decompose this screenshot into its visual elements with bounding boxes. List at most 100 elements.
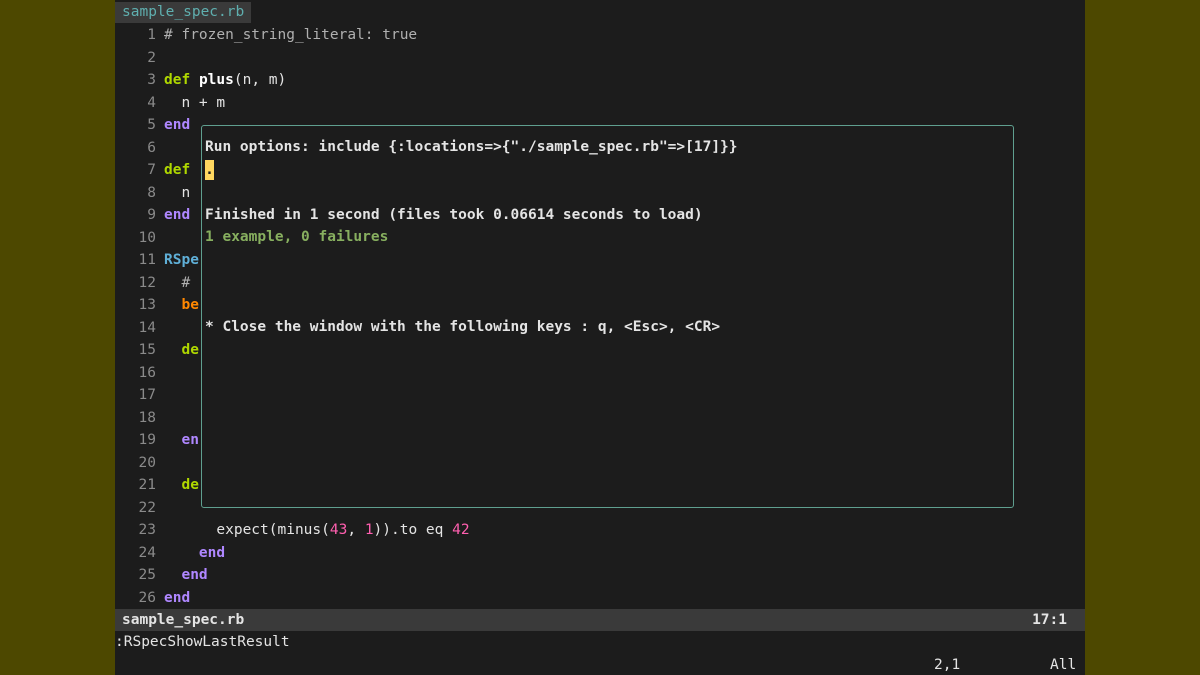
line-number: 18 (138, 409, 156, 426)
line-number: 20 (138, 454, 156, 471)
code-token: end (164, 589, 191, 606)
status-position: 17:1 (1032, 612, 1067, 628)
line-number: 16 (138, 364, 156, 381)
line-number: 6 (147, 139, 156, 156)
code-token: (n, m) (233, 72, 287, 88)
code-line[interactable]: 2 (115, 47, 1085, 70)
line-number: 19 (138, 432, 156, 448)
line-number: 1 (147, 27, 156, 43)
code-token: def (164, 72, 191, 88)
code-line[interactable]: 3 def plus(n, m) (115, 69, 1085, 92)
statusline: sample_spec.rb 17:1 (115, 609, 1085, 631)
line-number: 26 (138, 589, 156, 606)
ruler: 2,1 All (115, 654, 1085, 675)
summary-line: 1 example, 0 failures (205, 229, 389, 245)
line-number: 5 (147, 117, 156, 133)
line-number: 17 (138, 387, 156, 403)
rspec-result-popup[interactable]: Run options: include {:locations=>{"./sa… (201, 125, 1014, 508)
code-token: be (181, 297, 199, 313)
line-text: de (164, 474, 199, 497)
code-token: # frozen_string_literal: true (164, 27, 418, 43)
ruler-position: 2,1 (934, 657, 961, 673)
line-number: 12 (138, 274, 156, 291)
code-token: end (164, 207, 191, 223)
code-line[interactable]: 1 # frozen_string_literal: true (115, 24, 1085, 47)
line-text: # (164, 272, 190, 295)
code-token: n (164, 184, 191, 201)
code-token: RSpe (164, 252, 199, 268)
code-token: # (164, 274, 191, 291)
line-number: 2 (147, 49, 156, 66)
code-token: plus (198, 72, 234, 88)
line-text: end (164, 564, 208, 587)
line-number: 21 (138, 477, 156, 493)
code-token: 42 (452, 522, 470, 538)
close-hint-line: * Close the window with the following ke… (205, 319, 721, 335)
line-number: 9 (147, 207, 156, 223)
line-number: 25 (138, 567, 156, 583)
line-number: 4 (147, 94, 156, 111)
line-number: 10 (138, 229, 156, 246)
code-token: n + m (164, 94, 226, 111)
finished-line: Finished in 1 second (files took 0.06614… (205, 207, 703, 223)
line-number: 13 (138, 297, 156, 313)
line-text: end (164, 587, 190, 610)
command-line[interactable]: :RSpecShowLastResult (115, 631, 1085, 653)
line-number: 14 (138, 319, 156, 336)
line-number: 8 (147, 184, 156, 201)
line-text: # frozen_string_literal: true (164, 24, 417, 47)
code-token: 1 (364, 522, 374, 538)
code-line[interactable]: 4 n + m (115, 92, 1085, 115)
code-token: , (347, 522, 365, 538)
cursor: . (205, 160, 214, 180)
line-text: end (164, 114, 190, 137)
code-token: en (181, 432, 199, 448)
line-number: 24 (138, 544, 156, 561)
run-options-line: Run options: include {:locations=>{"./sa… (205, 139, 738, 155)
line-number: 15 (138, 342, 156, 358)
line-text: be (164, 294, 199, 317)
line-text: end (164, 204, 190, 227)
line-text: def plus(n, m) (164, 69, 286, 92)
line-number: 3 (147, 72, 156, 88)
code-line[interactable]: 26 end (115, 587, 1085, 610)
code-token: end (198, 544, 226, 561)
progress-line: . (205, 159, 214, 182)
line-number: 22 (138, 499, 156, 516)
line-text: n + m (164, 92, 225, 115)
line-text: def (164, 159, 190, 182)
line-text: RSpe (164, 249, 199, 272)
code-line[interactable]: 25 end (115, 564, 1085, 587)
code-token: end (164, 117, 191, 133)
line-text: end (164, 542, 225, 565)
code-token: def (164, 162, 191, 178)
tab-sample-spec[interactable]: sample_spec.rb (115, 2, 252, 23)
code-token: 43 (329, 522, 348, 538)
line-text: en (164, 429, 199, 452)
line-number: 23 (138, 522, 156, 538)
tabline: sample_spec.rb (115, 0, 1085, 24)
terminal-window: sample_spec.rb 1 # frozen_string_literal:… (115, 0, 1085, 675)
status-filename: sample_spec.rb (122, 612, 245, 628)
code-token: end (181, 567, 208, 583)
code-token: de (181, 477, 199, 493)
line-text: de (164, 339, 199, 362)
command-text: :RSpecShowLastResult (115, 634, 290, 650)
code-line[interactable]: 24 end (115, 542, 1085, 565)
line-number: 11 (138, 252, 156, 268)
code-token: expect(minus( (164, 522, 330, 538)
line-text: n (164, 182, 190, 205)
line-text: expect(minus(43, 1)).to eq 42 (164, 519, 470, 542)
code-token: de (181, 342, 199, 358)
line-number: 7 (147, 162, 156, 178)
ruler-scroll: All (1050, 657, 1077, 673)
code-token: )).to eq (373, 522, 453, 538)
code-line[interactable]: 23 expect(minus(43, 1)).to eq 42 (115, 519, 1085, 542)
